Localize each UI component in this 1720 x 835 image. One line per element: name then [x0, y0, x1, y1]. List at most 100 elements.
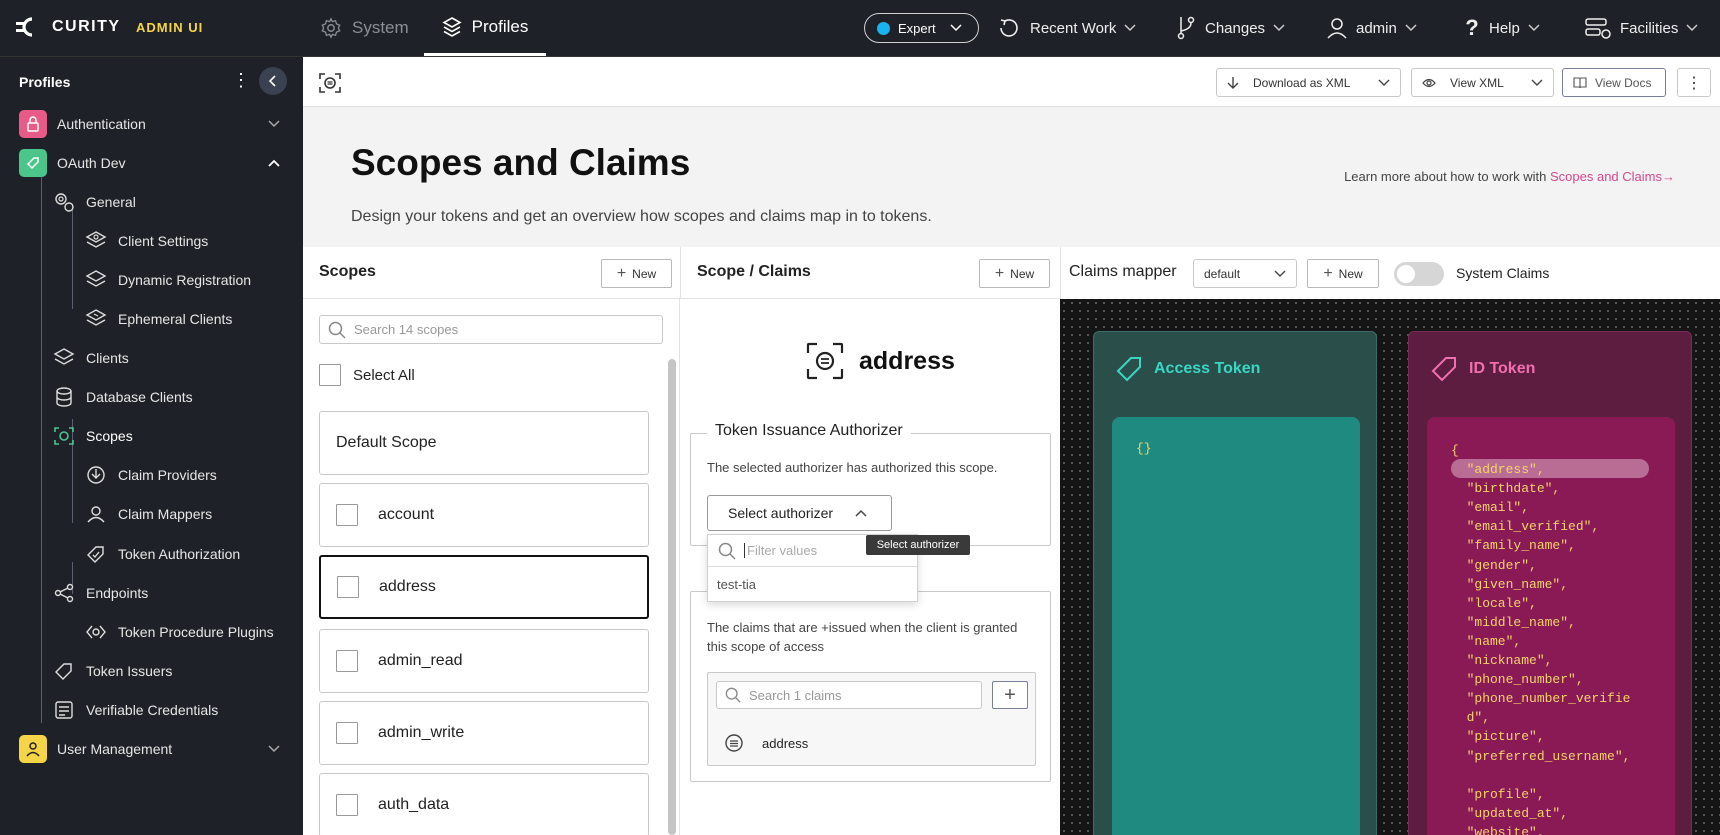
view-xml-button[interactable]: View XML — [1411, 68, 1554, 97]
user-label: admin — [1356, 19, 1397, 37]
changes-menu[interactable]: Changes — [1175, 0, 1285, 56]
sidebar-item-oauth-dev[interactable]: OAuth Dev — [19, 148, 289, 178]
sidebar-item-scopes[interactable]: Scopes — [52, 421, 133, 451]
add-claim-button[interactable]: + — [992, 681, 1028, 709]
claim-line[interactable]: "picture", — [1451, 727, 1675, 746]
tab-system[interactable]: System — [320, 0, 409, 56]
chevron-down-icon — [1378, 79, 1390, 86]
filter-values-placeholder: Filter values — [744, 543, 817, 558]
sidebar-item-client-settings[interactable]: Client Settings — [84, 226, 208, 256]
tree-line — [41, 170, 42, 723]
claim-line[interactable]: "locale", — [1451, 594, 1675, 613]
scopes-claims-docs-link[interactable]: Scopes and Claims→ — [1550, 169, 1675, 184]
new-claims-mapper-button[interactable]: + New — [1307, 259, 1379, 288]
help-menu[interactable]: ? Help — [1463, 0, 1540, 56]
book-icon — [1573, 76, 1587, 88]
access-token-card[interactable]: Access Token {} — [1093, 331, 1377, 835]
sidebar-item-database-clients[interactable]: Database Clients — [52, 382, 193, 412]
select-all-scopes[interactable]: Select All — [319, 364, 415, 386]
ephemeral-clients-icon — [84, 307, 108, 331]
facilities-menu[interactable]: Facilities — [1584, 0, 1698, 56]
scope-card[interactable]: admin_write — [319, 701, 649, 765]
sidebar-item-authentication[interactable]: Authentication — [19, 109, 289, 139]
mode-selector[interactable]: Expert — [864, 13, 979, 43]
sidebar-item-clients[interactable]: Clients — [52, 343, 129, 373]
id-token-card[interactable]: ID Token { "address", "birthdate", "emai… — [1408, 331, 1692, 835]
claim-line[interactable]: "middle_name", — [1451, 613, 1675, 632]
sidebar-item-ephemeral-clients[interactable]: Ephemeral Clients — [84, 304, 232, 334]
sidebar-item-claim-providers[interactable]: Claim Providers — [84, 460, 217, 490]
sidebar-item-general[interactable]: General — [52, 187, 136, 217]
claim-line[interactable]: "updated_at", — [1451, 804, 1675, 823]
page-title: Scopes and Claims — [351, 142, 691, 183]
claim-line[interactable]: "nickname", — [1451, 651, 1675, 670]
claim-line[interactable]: d", — [1451, 708, 1675, 727]
sidebar-item-token-authorization[interactable]: Token Authorization — [84, 539, 240, 569]
more-actions-button[interactable]: ⋮ — [1677, 68, 1711, 97]
scope-checkbox[interactable] — [336, 722, 358, 744]
claim-line[interactable]: "family_name", — [1451, 536, 1675, 555]
sidebar-item-dynamic-registration[interactable]: Dynamic Registration — [84, 265, 251, 295]
claim-line[interactable]: "given_name", — [1451, 575, 1675, 594]
sidebar-item-claim-mappers[interactable]: Claim Mappers — [84, 499, 212, 529]
sidebar-item-verifiable-credentials[interactable]: Verifiable Credentials — [52, 695, 218, 725]
new-scope-button[interactable]: + New — [601, 259, 672, 288]
claim-line[interactable]: "name", — [1451, 632, 1675, 651]
claim-line[interactable]: "birthdate", — [1451, 479, 1675, 498]
claim-line[interactable]: "address", — [1451, 460, 1675, 479]
system-claims-toggle[interactable] — [1394, 262, 1444, 286]
more-options-icon[interactable]: ⋮ — [232, 71, 250, 91]
select-all-checkbox[interactable] — [319, 364, 341, 386]
sidebar-item-user-management[interactable]: User Management — [19, 734, 289, 764]
scope-checkbox[interactable] — [336, 794, 358, 816]
claim-line[interactable]: "profile", — [1451, 785, 1675, 804]
collapse-sidebar-button[interactable] — [259, 67, 287, 95]
history-icon — [1000, 19, 1018, 37]
recent-work-menu[interactable]: Recent Work — [996, 0, 1136, 56]
new-scope-claim-button[interactable]: + New — [979, 259, 1050, 288]
claim-line[interactable]: "website", — [1451, 823, 1675, 835]
claims-search-placeholder: Search 1 claims — [749, 687, 842, 703]
tab-system-label: System — [352, 18, 409, 37]
select-authorizer-dropdown[interactable]: Select authorizer — [707, 495, 892, 531]
authorizer-option[interactable]: test-tia — [717, 577, 756, 592]
sidebar-item-token-procedure-plugins[interactable]: Token Procedure Plugins — [84, 617, 274, 647]
claim-line[interactable]: "email_verified", — [1451, 517, 1675, 536]
claim-line[interactable]: "gender", — [1451, 556, 1675, 575]
scope-card[interactable]: account — [319, 483, 649, 547]
tree-line — [72, 205, 73, 309]
claims-mapper-selected: default — [1204, 266, 1241, 281]
curity-logo[interactable]: CURITY — [16, 16, 121, 38]
claim-list-item[interactable]: address — [724, 733, 808, 753]
scopes-search-input[interactable]: Search 14 scopes — [319, 315, 663, 344]
claim-line[interactable]: "phone_number_verifie — [1451, 689, 1675, 708]
scope-checkbox[interactable] — [337, 576, 359, 598]
selected-scope-heading: address — [805, 341, 955, 381]
sidebar-title: Profiles — [19, 74, 71, 90]
system-claims-label: System Claims — [1456, 265, 1550, 281]
user-menu[interactable]: admin — [1326, 0, 1417, 56]
scope-checkbox[interactable] — [336, 650, 358, 672]
scopes-scrollbar[interactable] — [668, 359, 676, 835]
claim-providers-icon — [84, 463, 108, 487]
download-xml-button[interactable]: Download as XML — [1216, 68, 1401, 97]
sidebar-item-label: Dynamic Registration — [118, 272, 252, 288]
claims-search-input[interactable]: Search 1 claims — [716, 681, 982, 709]
sidebar-item-endpoints[interactable]: Endpoints — [52, 578, 148, 608]
claim-line[interactable]: "phone_number", — [1451, 670, 1675, 689]
tab-profiles[interactable]: Profiles — [424, 0, 546, 56]
scope-card[interactable]: admin_read — [319, 629, 649, 693]
sidebar-item-label: Client Settings — [118, 233, 209, 249]
sidebar-item-label: Authentication — [57, 116, 146, 132]
claim-line[interactable]: "preferred_username", — [1451, 747, 1675, 766]
chevron-down-icon — [1273, 24, 1285, 32]
claim-line[interactable]: "email", — [1451, 498, 1675, 517]
claims-mapper-select[interactable]: default — [1193, 259, 1297, 288]
sidebar-item-token-issuers[interactable]: Token Issuers — [52, 656, 172, 686]
scope-card-default[interactable]: Default Scope — [319, 411, 649, 475]
scope-checkbox[interactable] — [336, 504, 358, 526]
scope-card[interactable]: auth_data — [319, 773, 649, 835]
scope-card-selected[interactable]: address — [319, 555, 649, 619]
view-docs-button[interactable]: View Docs — [1562, 68, 1666, 97]
user-icon — [1327, 18, 1347, 39]
